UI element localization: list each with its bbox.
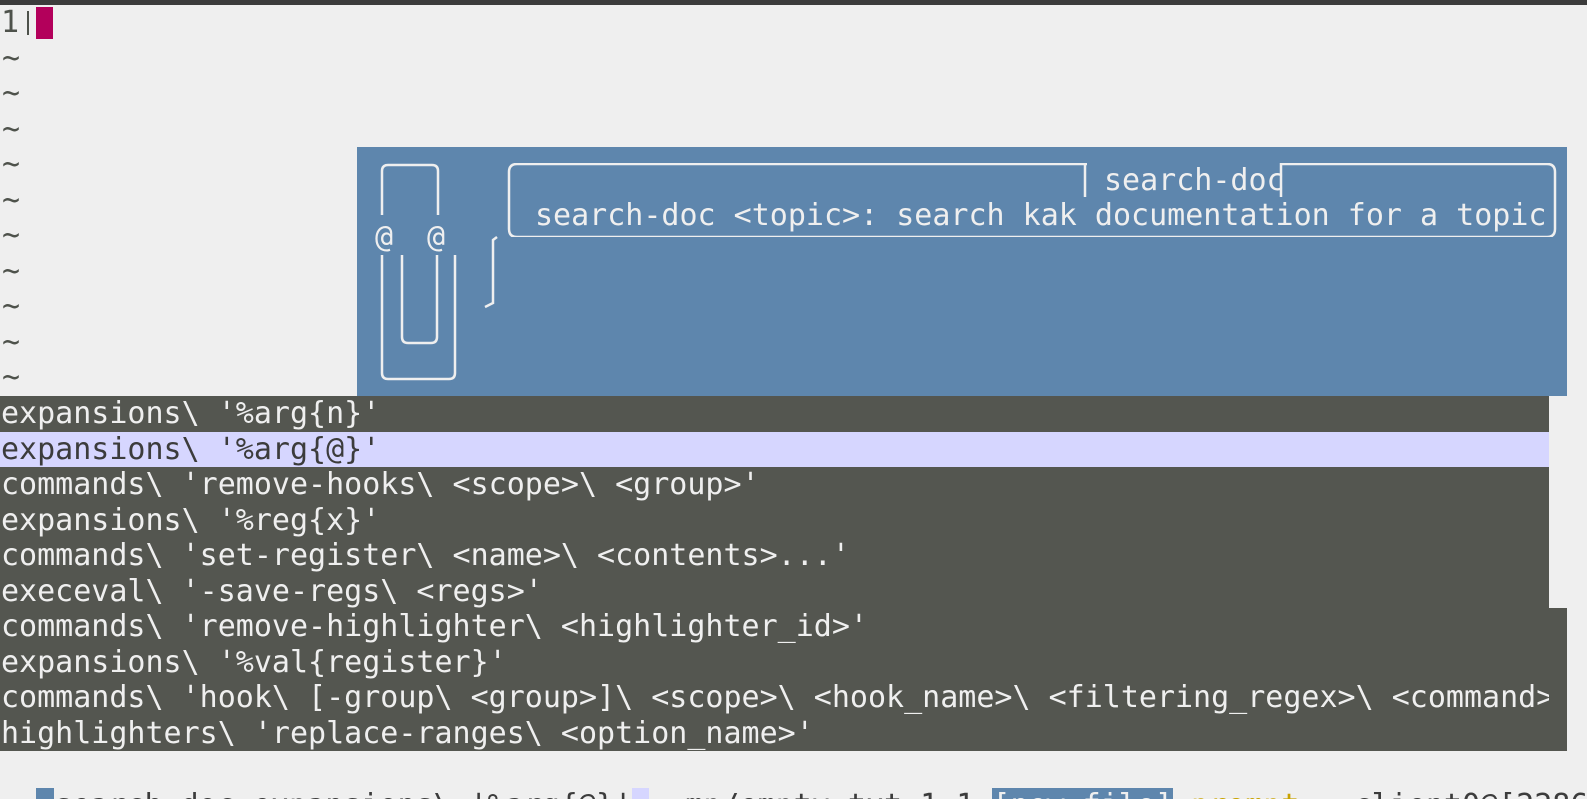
completion-item[interactable]: expansions\ '%reg{x}' xyxy=(0,503,1549,539)
new-file-badge: [new file] xyxy=(992,787,1173,799)
svg-text:@: @ xyxy=(427,220,445,255)
empty-line-marker: ~ xyxy=(0,41,1587,77)
prompt-cursor xyxy=(632,787,650,799)
completion-menu[interactable]: expansions\ '%arg{n}' expansions\ '%arg{… xyxy=(0,396,1572,752)
tilde-marker: ~ xyxy=(2,76,21,111)
text-cursor xyxy=(36,7,53,39)
completion-item[interactable]: highlighters\ 'replace-ranges\ <option_n… xyxy=(0,716,1549,752)
tilde-marker: ~ xyxy=(2,289,21,324)
status-line: :search-doc expansions\ '%arg{@}' …mp/em… xyxy=(0,752,1587,799)
gutter-separator xyxy=(27,11,29,35)
tilde-marker: ~ xyxy=(2,182,21,218)
completion-item[interactable]: commands\ 'hook\ [-group\ <group>]\ <sco… xyxy=(0,680,1572,716)
client-info: - client0@[22868] xyxy=(1317,788,1587,799)
tilde-marker: ~ xyxy=(2,324,21,360)
empty-line-marker: ~ xyxy=(0,76,1587,112)
scrollbar-thumb[interactable] xyxy=(1549,608,1567,751)
empty-line-marker: ~ xyxy=(0,112,1587,148)
completion-scrollbar[interactable] xyxy=(1549,396,1567,751)
tilde-marker: ~ xyxy=(2,253,21,289)
buffer-line-1[interactable]: 1 xyxy=(0,5,1587,41)
tilde-marker: ~ xyxy=(2,218,21,253)
completion-item[interactable]: expansions\ '%arg{n}' xyxy=(0,396,1549,432)
mode-indicator: prompt xyxy=(1191,788,1299,799)
svg-text:@: @ xyxy=(375,220,393,255)
tilde-marker: ~ xyxy=(2,111,21,147)
completion-item-selected[interactable]: expansions\ '%arg{@}' xyxy=(0,431,1549,467)
line-number: 1 xyxy=(1,5,20,40)
info-frame: search-doc search-doc <topic>: search ka… xyxy=(507,163,1557,237)
prompt-indicator: : xyxy=(36,787,55,799)
tilde-marker: ~ xyxy=(2,360,21,395)
completion-item[interactable]: commands\ 'remove-highlighter\ <highligh… xyxy=(0,609,1549,645)
completion-item[interactable]: commands\ 'remove-hooks\ <scope>\ <group… xyxy=(0,467,1549,503)
completion-item[interactable]: execeval\ '-save-regs\ <regs>' xyxy=(0,574,1549,610)
info-title: search-doc xyxy=(1104,163,1285,198)
completion-item[interactable]: expansions\ '%val{register}' xyxy=(0,645,1549,681)
completion-item[interactable]: commands\ 'set-register\ <name>\ <conten… xyxy=(0,538,1549,574)
tilde-marker: ~ xyxy=(2,40,21,76)
clippy-icon: @ @ xyxy=(375,163,498,381)
info-box: @ @ search-doc search-doc <topic>: searc… xyxy=(357,147,1567,396)
command-prompt-input[interactable]: search-doc expansions\ '%arg{@}' xyxy=(54,788,632,799)
info-description: search-doc <topic>: search kak documenta… xyxy=(535,198,1547,233)
tilde-marker: ~ xyxy=(2,147,21,182)
buffer-name-position: …mp/empty.txt 1:1 xyxy=(667,788,974,799)
